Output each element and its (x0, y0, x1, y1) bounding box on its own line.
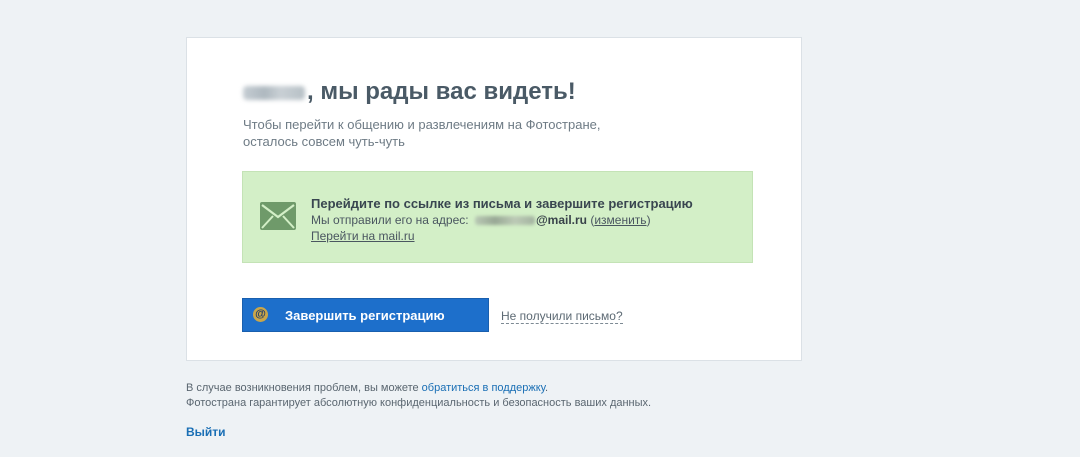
change-email-link[interactable]: изменить (594, 213, 646, 227)
at-sign-icon: @ (253, 307, 268, 322)
email-domain: @mail.ru (535, 213, 587, 227)
blurred-user-name (243, 85, 305, 100)
greeting-text: , мы рады вас видеть! (307, 78, 576, 105)
footer-info: В случае возникновения проблем, вы может… (186, 381, 651, 411)
sent-prefix: Мы отправили его на адрес: (311, 213, 472, 227)
email-confirmation-notice: Перейдите по ссылке из письма и завершит… (242, 171, 753, 263)
registration-card: , мы рады вас видеть! Чтобы перейти к об… (186, 37, 802, 361)
support-suffix: . (545, 382, 549, 394)
contact-support-link[interactable]: обратиться в поддержку (422, 382, 545, 394)
support-line: В случае возникновения проблем, вы может… (186, 381, 651, 396)
notice-title: Перейдите по ссылке из письма и завершит… (311, 196, 693, 211)
subtitle: Чтобы перейти к общению и развлечениям н… (243, 116, 703, 150)
envelope-icon (260, 202, 296, 230)
goto-mailru-link[interactable]: Перейти на mail.ru (311, 229, 415, 243)
subtitle-line-2: осталось совсем чуть-чуть (243, 134, 405, 149)
sent-address-line: Мы отправили его на адрес: @mail.ru (изм… (311, 213, 651, 227)
no-letter-link[interactable]: Не получили письмо? (501, 309, 623, 324)
complete-registration-label: Завершить регистрацию (285, 307, 445, 323)
support-prefix: В случае возникновения проблем, вы может… (186, 382, 422, 394)
blurred-email-local-part (474, 216, 535, 226)
subtitle-line-1: Чтобы перейти к общению и развлечениям н… (243, 117, 601, 132)
greeting-heading: , мы рады вас видеть! (243, 76, 576, 108)
change-paren-close: ) (646, 213, 651, 227)
complete-registration-button[interactable]: @ Завершить регистрацию (242, 298, 489, 332)
logout-link[interactable]: Выйти (186, 425, 226, 439)
privacy-notice: Фотострана гарантирует абсолютную конфид… (186, 397, 652, 409)
